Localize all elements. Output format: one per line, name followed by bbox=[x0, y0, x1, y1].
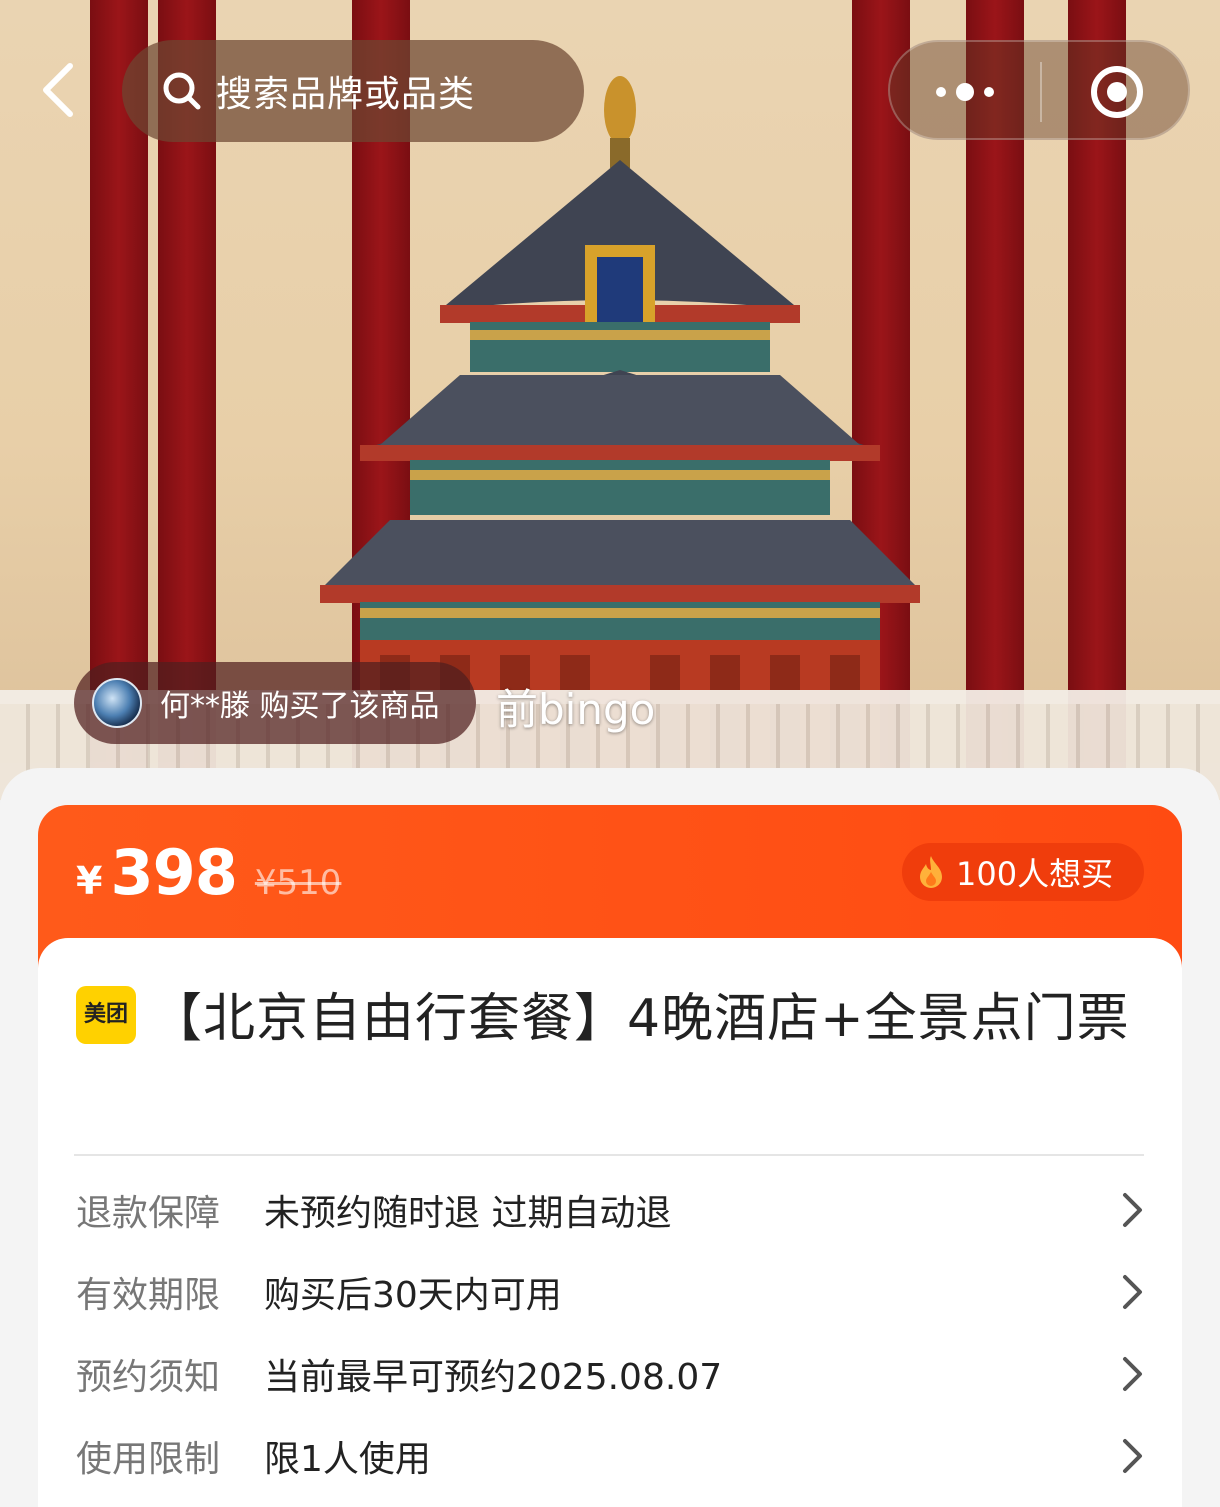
want-count-label: 100人想买 bbox=[956, 855, 1114, 893]
price-row: ¥ 398 ¥510 bbox=[76, 836, 341, 909]
info-row-label: 预约须知 bbox=[76, 1357, 221, 1398]
close-mini-program-button[interactable] bbox=[1042, 42, 1192, 142]
current-price: 398 bbox=[110, 836, 237, 909]
info-row-value: 当前最早可预约2025.08.07 bbox=[264, 1357, 723, 1398]
meituan-brand-badge: 美团 bbox=[76, 986, 136, 1044]
info-row-value: 限1人使用 bbox=[264, 1439, 431, 1480]
flame-icon bbox=[920, 856, 942, 888]
info-row-label: 有效期限 bbox=[76, 1275, 221, 1316]
buyer-avatar bbox=[92, 678, 142, 728]
chevron-right-icon bbox=[1114, 1354, 1144, 1394]
back-button[interactable] bbox=[28, 58, 88, 122]
info-row-value: 购买后30天内可用 bbox=[264, 1275, 562, 1316]
purchase-notification: 何**滕 购买了该商品 bbox=[74, 662, 476, 744]
info-row-validity[interactable]: 有效期限 购买后30天内可用 bbox=[76, 1262, 1144, 1322]
want-count-badge: 100人想买 bbox=[902, 843, 1144, 901]
overlay-caption: 前bingo bbox=[496, 685, 656, 734]
chevron-right-icon bbox=[1114, 1190, 1144, 1230]
info-row-refund[interactable]: 退款保障 未预约随时退 过期自动退 bbox=[76, 1180, 1144, 1240]
info-row-usage-limit[interactable]: 使用限制 限1人使用 bbox=[76, 1426, 1144, 1486]
section-divider bbox=[74, 1154, 1144, 1156]
chevron-left-icon bbox=[43, 63, 73, 117]
search-placeholder: 搜索品牌或品类 bbox=[216, 74, 476, 115]
search-bar[interactable]: 搜索品牌或品类 bbox=[122, 40, 584, 142]
product-info-card: 美团 【北京自由行套餐】4晚酒店+全景点门票 退款保障 未预约随时退 过期自动退 … bbox=[38, 938, 1182, 1507]
chevron-right-icon bbox=[1114, 1272, 1144, 1312]
chevron-right-icon bbox=[1114, 1436, 1144, 1476]
info-row-label: 使用限制 bbox=[76, 1439, 221, 1480]
info-row-label: 退款保障 bbox=[76, 1193, 221, 1234]
product-title-block: 美团 【北京自由行套餐】4晚酒店+全景点门票 bbox=[76, 980, 1146, 1058]
original-price: ¥510 bbox=[254, 863, 342, 903]
info-row-value: 未预约随时退 过期自动退 bbox=[264, 1193, 672, 1234]
more-dots-icon bbox=[936, 83, 994, 101]
buyer-message: 何**滕 购买了该商品 bbox=[160, 689, 440, 724]
product-title: 【北京自由行套餐】4晚酒店+全景点门票 bbox=[150, 989, 1130, 1049]
mini-program-capsule bbox=[888, 40, 1190, 140]
search-icon bbox=[163, 72, 201, 110]
more-button[interactable] bbox=[890, 42, 1040, 142]
currency-symbol: ¥ bbox=[76, 859, 103, 903]
info-row-booking[interactable]: 预约须知 当前最早可预约2025.08.07 bbox=[76, 1344, 1144, 1404]
target-circle-icon bbox=[1091, 66, 1143, 118]
